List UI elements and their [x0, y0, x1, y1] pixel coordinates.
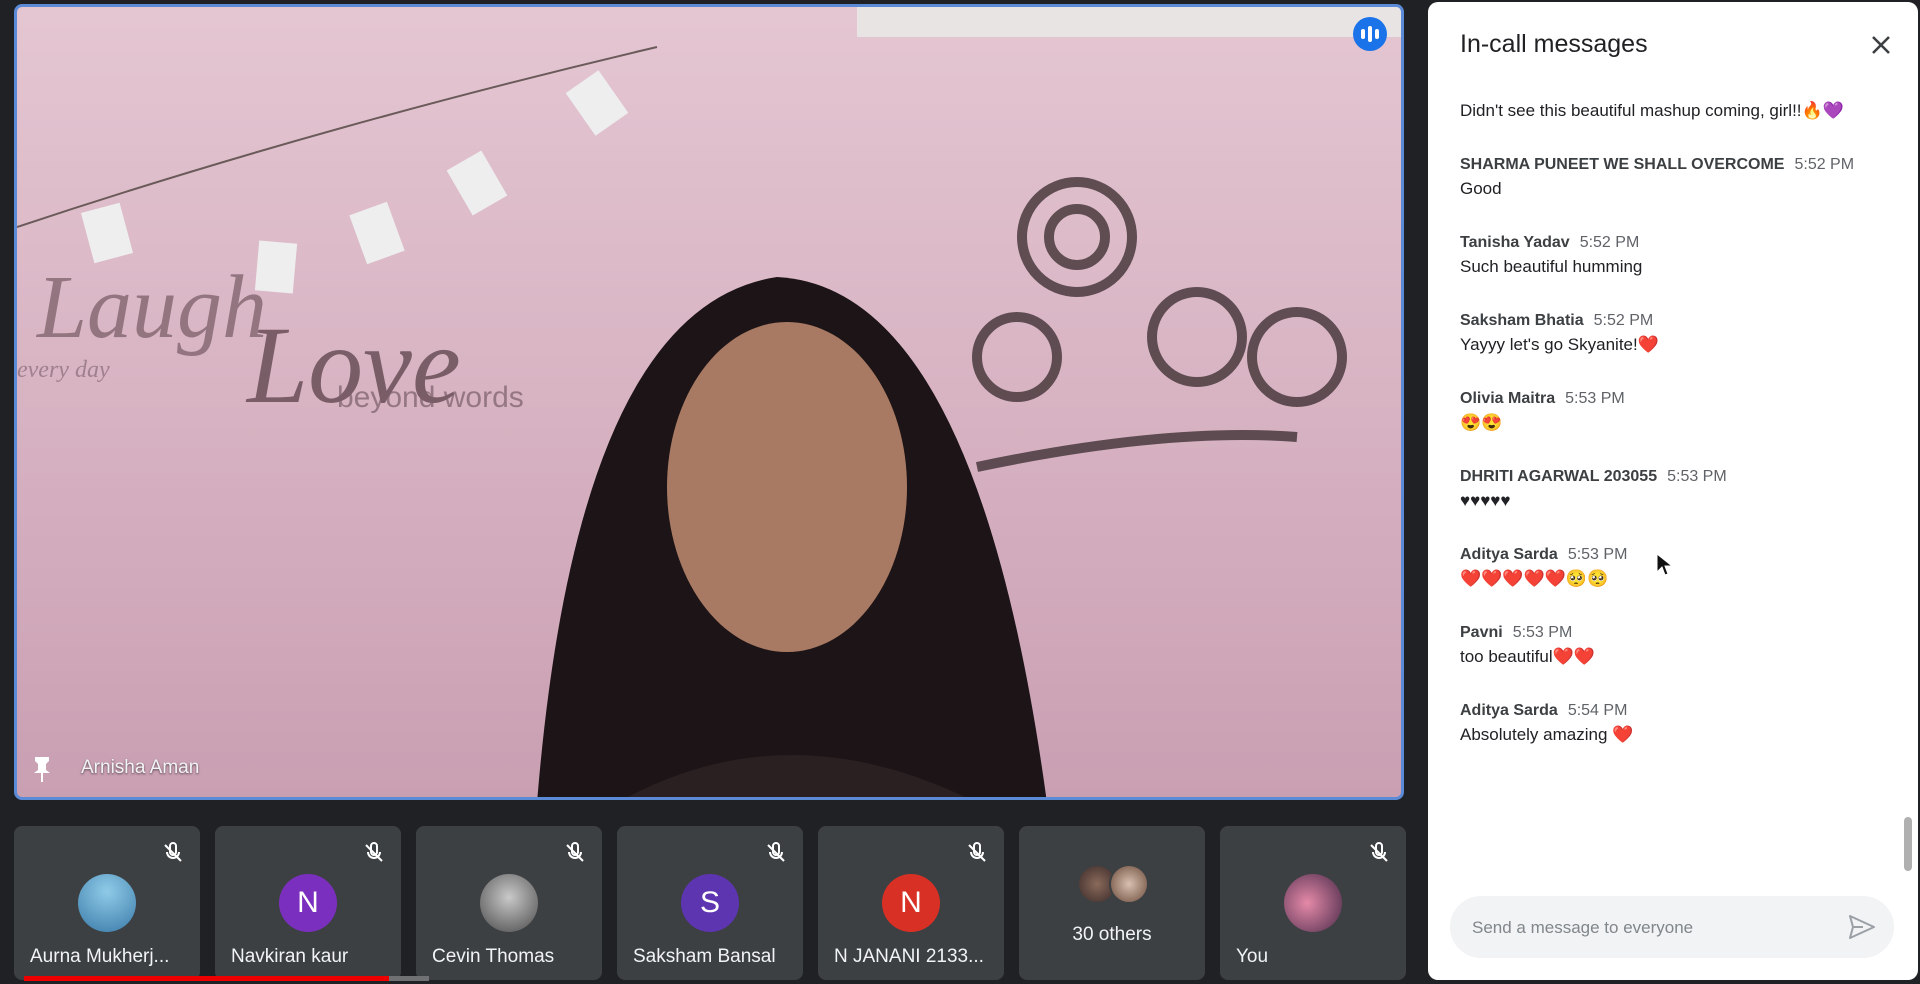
- message-time: 5:52 PM: [1579, 234, 1640, 251]
- speaking-indicator-icon: [1353, 17, 1387, 51]
- chat-panel: In-call messages Didn't see this beautif…: [1428, 2, 1918, 980]
- avatar-photo: [480, 874, 538, 932]
- message-sender: SHARMA PUNEET WE SHALL OVERCOME: [1460, 156, 1785, 173]
- video-progress-fill: [24, 976, 389, 981]
- message-text: Such beautiful humming: [1460, 257, 1643, 276]
- self-tile[interactable]: You: [1220, 826, 1406, 980]
- mic-off-icon: [767, 842, 785, 862]
- message-text: ♥♥♥♥♥: [1460, 491, 1511, 510]
- send-icon[interactable]: [1848, 914, 1876, 940]
- message-sender: Aditya Sarda: [1460, 702, 1558, 719]
- chat-scrollbar[interactable]: [1904, 817, 1912, 871]
- close-icon[interactable]: [1866, 30, 1896, 60]
- wall-text-every-day: every day: [17, 357, 110, 383]
- avatar-initial: S: [681, 874, 739, 932]
- message-text: Absolutely amazing ❤️: [1460, 725, 1634, 744]
- message-sender: Pavni: [1460, 624, 1503, 641]
- avatar-initial: N: [279, 874, 337, 932]
- mic-off-icon: [365, 842, 383, 862]
- participant-name: Saksham Bansal: [633, 946, 776, 967]
- wall-text-beyond-words: beyond words: [337, 381, 524, 414]
- message-item: Pavni 5:53 PM too beautiful❤️❤️: [1460, 622, 1898, 670]
- message-item: DHRITI AGARWAL 203055 5:53 PM ♥♥♥♥♥: [1460, 466, 1898, 514]
- participant-tile[interactable]: Aurna Mukherj...: [14, 826, 200, 980]
- avatar-initial: N: [882, 874, 940, 932]
- participant-name: Navkiran kaur: [231, 946, 349, 967]
- message-list: Didn't see this beautiful mashup coming,…: [1460, 74, 1898, 778]
- message-sender: Tanisha Yadav: [1460, 234, 1570, 251]
- participant-name: Cevin Thomas: [432, 946, 555, 967]
- avatar-photo: [78, 874, 136, 932]
- message-text: Yayyy let's go Skyanite!❤️: [1460, 335, 1659, 354]
- pin-icon[interactable]: [31, 755, 53, 783]
- message-item: Tanisha Yadav 5:52 PM Such beautiful humm…: [1460, 232, 1898, 280]
- message-time: 5:52 PM: [1794, 156, 1855, 173]
- message-text: ❤️❤️❤️❤️❤️🥺🥺: [1460, 569, 1609, 588]
- message-time: 5:53 PM: [1512, 624, 1573, 641]
- message-time: 5:52 PM: [1593, 312, 1654, 329]
- message-time: 5:53 PM: [1667, 468, 1727, 485]
- message-sender: Aditya Sarda: [1460, 546, 1558, 563]
- message-text: too beautiful❤️❤️: [1460, 647, 1595, 666]
- message-text: Didn't see this beautiful mashup coming,…: [1460, 101, 1844, 120]
- others-tile[interactable]: 30 others: [1019, 826, 1205, 980]
- message-input[interactable]: [1470, 896, 1834, 960]
- avatar-photo: [1109, 864, 1149, 904]
- message-item: Saksham Bhatia 5:52 PM Yayyy let's go Sky…: [1460, 310, 1898, 358]
- message-item: Olivia Maitra 5:53 PM 😍😍: [1460, 388, 1898, 436]
- participant-tile[interactable]: S Saksham Bansal: [617, 826, 803, 980]
- message-item: SHARMA PUNEET WE SHALL OVERCOME 5:52 PM G…: [1460, 154, 1898, 202]
- participant-name: Aurna Mukherj...: [30, 946, 170, 967]
- speaker-name-label: Arnisha Aman: [81, 757, 200, 778]
- mouse-cursor-icon: [1656, 553, 1674, 576]
- main-video-tile[interactable]: Laugh Love beyond words every day Arnish…: [14, 4, 1404, 800]
- mic-off-icon: [566, 842, 584, 862]
- participant-tile[interactable]: Cevin Thomas: [416, 826, 602, 980]
- mic-off-icon: [968, 842, 986, 862]
- message-item: Aditya Sarda 5:53 PM ❤️❤️❤️❤️❤️🥺🥺: [1460, 544, 1898, 592]
- participant-tile[interactable]: N N JANANI 2133...: [818, 826, 1004, 980]
- participant-tile[interactable]: N Navkiran kaur: [215, 826, 401, 980]
- message-item: Aditya Sarda 5:54 PM Absolutely amazing ❤…: [1460, 700, 1898, 748]
- participant-name: You: [1236, 946, 1269, 967]
- message-time: 5:53 PM: [1565, 390, 1625, 407]
- chat-title: In-call messages: [1460, 30, 1648, 58]
- message-text: Good: [1460, 179, 1502, 198]
- message-sender: Saksham Bhatia: [1460, 312, 1584, 329]
- message-time: 5:53 PM: [1567, 546, 1628, 563]
- message-item: Didn't see this beautiful mashup coming,…: [1460, 98, 1898, 124]
- others-count-label: 30 others: [1072, 924, 1152, 945]
- video-background-scene: Laugh Love beyond words every day: [17, 7, 1401, 797]
- message-sender: DHRITI AGARWAL 203055: [1460, 468, 1658, 485]
- message-text: 😍😍: [1460, 413, 1503, 432]
- participant-name: N JANANI 2133...: [834, 946, 984, 967]
- message-composer: [1450, 896, 1894, 960]
- mic-off-icon: [1370, 842, 1388, 862]
- avatar-photo: [1284, 874, 1342, 932]
- mic-off-icon: [164, 842, 182, 862]
- message-time: 5:54 PM: [1567, 702, 1628, 719]
- message-sender: Olivia Maitra: [1460, 390, 1556, 407]
- wall-text-laugh: Laugh: [35, 258, 267, 357]
